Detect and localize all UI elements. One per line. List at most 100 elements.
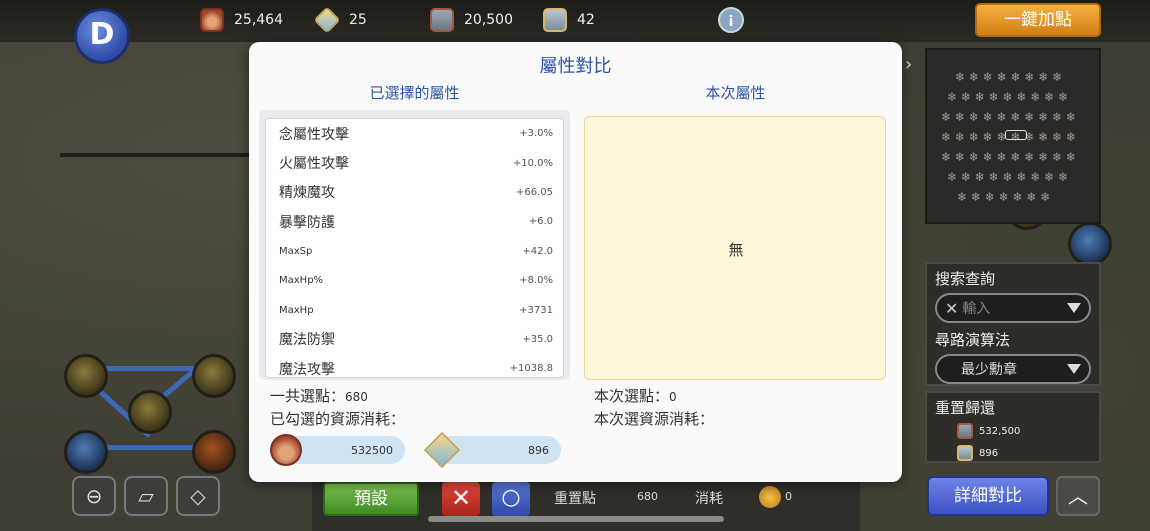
- algorithm-label: 尋路演算法: [935, 331, 1011, 349]
- skill-node[interactable]: [192, 430, 236, 474]
- dropdown-arrow-icon[interactable]: [1067, 364, 1081, 374]
- reset-points-value: 680: [637, 490, 658, 503]
- attribute-value: +3.0%: [519, 128, 553, 140]
- dialog-title: 屬性對比: [539, 56, 612, 77]
- search-input[interactable]: ✕ 輸入: [935, 293, 1091, 323]
- cost-medal-value: 532500: [351, 443, 393, 457]
- attribute-compare-dialog: 屬性對比 已選擇的屬性 本次屬性 念屬性攻擊 +3.0% 火屬性攻擊 +10.0…: [249, 42, 902, 482]
- attribute-name: 火屬性攻擊: [279, 156, 349, 173]
- reset-points-label: 重置點: [554, 491, 596, 507]
- skill-node[interactable]: [192, 354, 236, 398]
- auto-assign-button[interactable]: 一鍵加點: [975, 3, 1101, 37]
- total-points-line: 一共選點：680: [270, 385, 368, 406]
- chevron-up-icon[interactable]: ︿: [1056, 476, 1100, 516]
- chevron-right-icon[interactable]: ›: [905, 54, 912, 75]
- attribute-value: +10.0%: [512, 157, 553, 169]
- current-attributes-empty: 無: [728, 241, 744, 259]
- total-points-value: 680: [345, 390, 368, 404]
- attribute-value: +8.0%: [519, 275, 553, 287]
- reset-gem-value: 896: [979, 447, 999, 459]
- attribute-name: 暴擊防護: [279, 214, 335, 231]
- preset-button[interactable]: 預設: [323, 482, 419, 516]
- algorithm-select[interactable]: 最少勳章: [935, 354, 1091, 384]
- resource-gem-bag: 42: [543, 6, 595, 34]
- gem-bag-icon: [543, 8, 567, 32]
- minimap-viewport: [1005, 130, 1027, 140]
- attribute-value: +6.0: [528, 216, 553, 228]
- medal-bag-icon: [430, 8, 454, 32]
- current-cost-label: 本次選資源消耗：: [594, 410, 715, 428]
- resource-medal-value: 25,464: [234, 12, 283, 28]
- attribute-value: +42.0: [522, 245, 553, 257]
- medal-icon: [200, 8, 224, 32]
- checked-cost-label: 已勾選的資源消耗：: [270, 410, 406, 428]
- resource-gem-value: 25: [349, 12, 367, 28]
- consume-label: 消耗: [695, 491, 723, 507]
- attribute-name: MaxHp: [279, 304, 314, 316]
- back-icon[interactable]: D: [74, 8, 130, 64]
- reset-medal-row: 532,500: [957, 420, 1099, 442]
- current-attributes-frame: 無: [584, 116, 886, 380]
- skill-node[interactable]: [1068, 222, 1112, 266]
- confirm-icon[interactable]: ○: [492, 482, 530, 516]
- cancel-icon[interactable]: ✕: [442, 482, 480, 516]
- selected-attributes-header: 已選擇的屬性: [369, 84, 460, 102]
- list-item: 火屬性攻擊 +10.0%: [266, 148, 563, 177]
- current-points-label: 本次選點：: [594, 387, 670, 405]
- attribute-name: MaxHp%: [279, 275, 324, 287]
- detail-compare-button[interactable]: 詳細對比: [927, 476, 1049, 516]
- attribute-value: +35.0: [522, 333, 553, 345]
- search-panel: 搜索查詢 ✕ 輸入 尋路演算法 最少勳章: [925, 262, 1101, 386]
- skill-node[interactable]: [128, 390, 172, 434]
- reset-return-label: 重置歸還: [935, 399, 996, 417]
- list-item: 魔法攻擊 +1038.8: [266, 354, 563, 378]
- attribute-value: +1038.8: [509, 363, 553, 375]
- resource-gem-bag-value: 42: [577, 12, 595, 28]
- list-item: 念屬性攻擊 +3.0%: [266, 119, 563, 148]
- algorithm-value: 最少勳章: [961, 362, 1017, 378]
- attribute-name: 精煉魔攻: [279, 185, 335, 202]
- attribute-name: 魔法攻擊: [279, 361, 335, 378]
- current-points-value: 0: [669, 390, 677, 404]
- cost-gem-value: 896: [528, 443, 549, 457]
- bottom-scrollbar[interactable]: [428, 516, 724, 522]
- skill-node[interactable]: [64, 430, 108, 474]
- current-points-line: 本次選點：0: [594, 385, 677, 406]
- attribute-name: 魔法防禦: [279, 332, 335, 349]
- reset-return-panel: 重置歸還 532,500 896: [925, 391, 1101, 463]
- skill-node[interactable]: [64, 354, 108, 398]
- selected-attributes-list[interactable]: 念屬性攻擊 +3.0% 火屬性攻擊 +10.0% 精煉魔攻 +66.05 暴擊防…: [265, 118, 564, 378]
- info-icon[interactable]: i: [718, 7, 744, 33]
- coin-icon: [759, 486, 781, 508]
- attribute-name: 念屬性攻擊: [279, 126, 349, 143]
- list-item: MaxHp% +8.0%: [266, 266, 563, 295]
- list-item: 暴擊防護 +6.0: [266, 207, 563, 236]
- total-points-label: 一共選點：: [270, 387, 346, 405]
- resource-medal-bag: 20,500: [430, 6, 513, 34]
- resource-medal-bag-value: 20,500: [464, 12, 513, 28]
- attribute-name: MaxSp: [279, 245, 313, 257]
- attribute-value: +66.05: [515, 186, 553, 198]
- list-item: 魔法防禦 +35.0: [266, 325, 563, 354]
- route-icon[interactable]: ◇: [176, 476, 220, 516]
- resource-gem: 25: [313, 6, 367, 34]
- reset-gem-row: 896: [957, 442, 1099, 464]
- list-item: 精煉魔攻 +66.05: [266, 178, 563, 207]
- search-placeholder: 輸入: [962, 301, 991, 317]
- gem-bag-icon: [957, 445, 973, 461]
- resource-medal: 25,464: [200, 6, 283, 34]
- zoom-out-icon[interactable]: ⊖: [72, 476, 116, 516]
- consume-value: 0: [785, 490, 792, 503]
- board-path-line: [60, 153, 250, 157]
- minimap[interactable]: ❄ ❄ ❄ ❄ ❄ ❄ ❄ ❄ ❄ ❄ ❄ ❄ ❄ ❄ ❄ ❄ ❄ ❄ ❄ ❄ …: [925, 48, 1101, 224]
- dropdown-arrow-icon[interactable]: [1067, 303, 1081, 313]
- medal-bag-icon: [957, 423, 973, 439]
- gem-icon: [313, 6, 341, 34]
- current-attributes-header: 本次屬性: [705, 84, 766, 102]
- attribute-value: +3731: [519, 304, 553, 316]
- list-item: MaxHp +3731: [266, 295, 563, 324]
- eraser-icon[interactable]: ▱: [124, 476, 168, 516]
- reset-medal-value: 532,500: [979, 425, 1021, 437]
- clear-icon[interactable]: ✕: [945, 299, 958, 318]
- medal-icon: [270, 434, 302, 466]
